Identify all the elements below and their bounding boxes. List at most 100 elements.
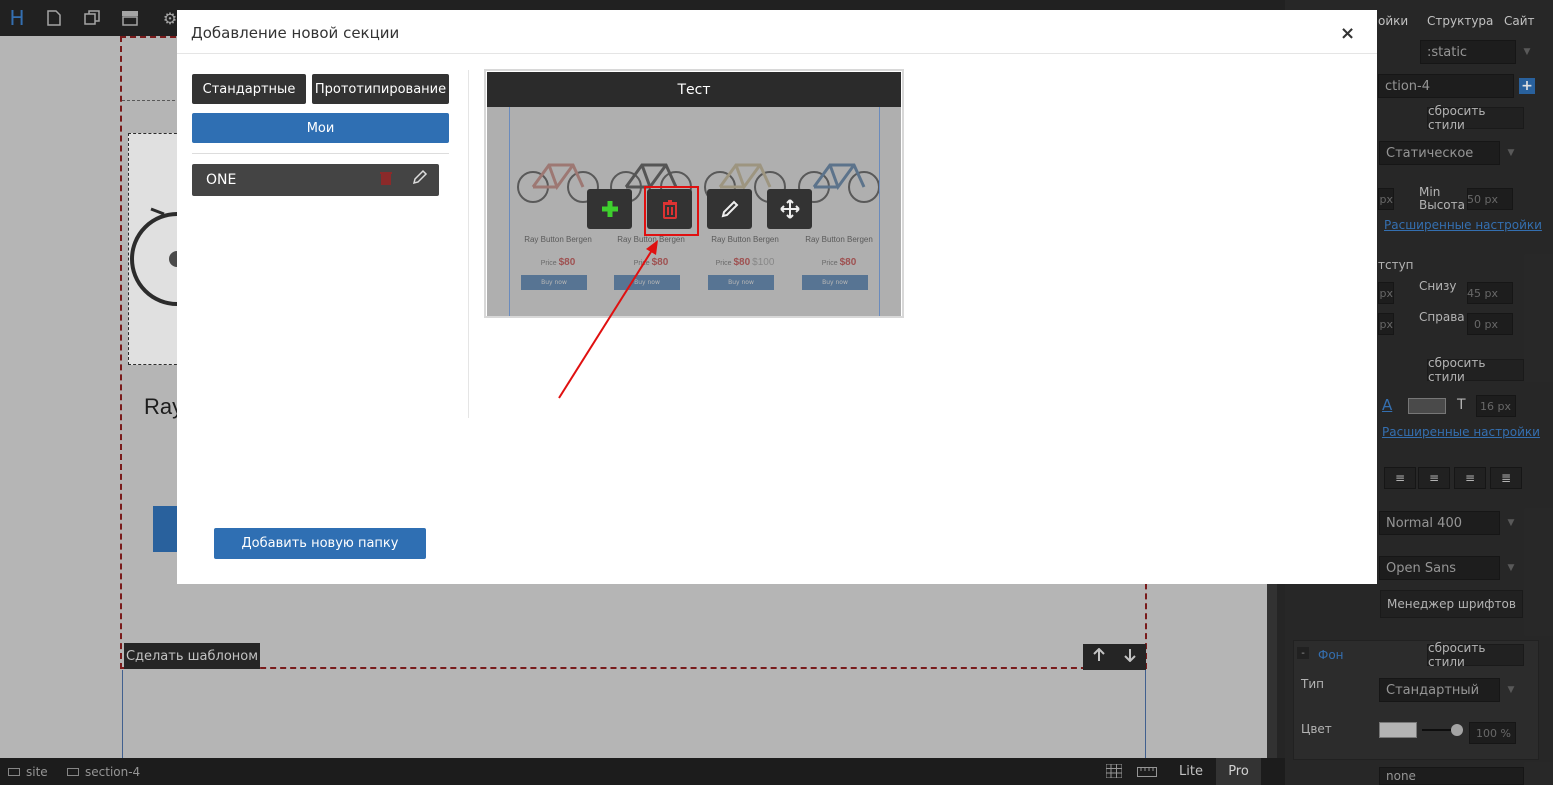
column-divider <box>468 70 469 418</box>
section-id-field[interactable]: ction-4 <box>1378 74 1514 98</box>
font-size-input[interactable]: 16 px <box>1476 395 1516 417</box>
logo-icon[interactable]: H <box>3 4 31 32</box>
trash-icon[interactable] <box>379 170 393 190</box>
breadcrumb-section-label: section-4 <box>85 765 141 779</box>
type-label: Тип <box>1301 677 1324 691</box>
section-id-value: ction-4 <box>1385 78 1431 94</box>
status-bar: site section-4 Lite Pro <box>0 758 1285 785</box>
chevron-down-icon: ▼ <box>1507 563 1515 573</box>
min-height-input[interactable]: 50 px <box>1467 188 1513 210</box>
buy-button-partial[interactable] <box>153 506 177 552</box>
unit-label: px <box>1497 399 1512 413</box>
align-center-button[interactable]: ≡ <box>1418 467 1450 489</box>
right-input[interactable]: 0 px <box>1467 313 1513 335</box>
advanced-settings-link[interactable]: Расширенные настройки <box>1382 425 1540 439</box>
element-icon <box>67 768 79 776</box>
right-label: Справа <box>1419 310 1465 324</box>
tab-settings[interactable]: ойки <box>1378 14 1408 28</box>
left-input-partial[interactable]: px <box>1378 188 1394 210</box>
align-left-button[interactable]: ≡ <box>1384 467 1416 489</box>
reset-styles-button[interactable]: сбросить стили <box>1427 104 1524 132</box>
tab-my[interactable]: Мои <box>192 113 449 143</box>
make-template-button[interactable]: Сделать шаблоном <box>124 643 260 669</box>
font-weight-select[interactable]: Normal 400 ▼ <box>1379 511 1514 535</box>
mode-pro[interactable]: Pro <box>1216 758 1261 785</box>
bicycle-image <box>130 207 224 306</box>
tab-prototyping[interactable]: Прототипирование <box>312 74 449 104</box>
ruler-icon[interactable] <box>1137 766 1157 780</box>
arrow-up-icon[interactable] <box>1092 647 1106 666</box>
unit-label: px <box>1484 192 1499 206</box>
mode-lite[interactable]: Lite <box>1168 758 1214 785</box>
divider <box>192 153 449 154</box>
color-swatch[interactable] <box>1408 398 1446 414</box>
font-family-value: Open Sans <box>1386 560 1457 576</box>
add-section-dialog: Добавление новой секции × Стандартные Пр… <box>177 10 1377 584</box>
store-icon[interactable] <box>116 4 144 32</box>
tab-site[interactable]: Сайт <box>1504 14 1535 28</box>
opacity-input[interactable]: 100 % <box>1469 722 1516 744</box>
add-icon[interactable] <box>587 189 632 229</box>
state-select[interactable]: :static ▼ <box>1420 40 1530 64</box>
left-margin-input-partial[interactable]: px <box>1378 313 1394 335</box>
chevron-down-icon: ▼ <box>1523 47 1531 57</box>
reset-styles-button[interactable]: сбросить стили <box>1427 641 1524 669</box>
opacity-slider-handle[interactable] <box>1451 724 1463 736</box>
font-manager-button[interactable]: Менеджер шрифтов <box>1380 590 1523 618</box>
new-page-icon[interactable] <box>40 4 68 32</box>
font-size-icon: T <box>1457 397 1466 413</box>
position-select-value: Статическое <box>1386 145 1474 161</box>
tab-structure[interactable]: Структура <box>1427 14 1493 28</box>
collapse-toggle[interactable]: - <box>1297 647 1309 659</box>
font-size-value: 16 <box>1480 399 1494 413</box>
min-height-value: 50 <box>1467 192 1481 206</box>
font-weight-value: Normal 400 <box>1386 515 1462 531</box>
chevron-down-icon: ▼ <box>1507 685 1515 695</box>
section-move-controls <box>1083 644 1146 670</box>
guide-line-left <box>122 670 123 760</box>
background-color-swatch[interactable] <box>1379 722 1417 738</box>
background-label[interactable]: Фон <box>1318 648 1344 662</box>
dialog-header: Добавление новой секции × <box>177 10 1377 54</box>
highlight-box <box>644 186 699 236</box>
breadcrumb-section[interactable]: section-4 <box>67 765 140 779</box>
background-type-select[interactable]: Стандартный ▼ <box>1379 678 1514 702</box>
tab-standard[interactable]: Стандартные <box>192 74 306 104</box>
font-family-select[interactable]: Open Sans ▼ <box>1379 556 1514 580</box>
background-image-select[interactable]: none <box>1379 767 1524 785</box>
unit-label: px <box>1379 286 1394 300</box>
position-select[interactable]: Статическое ▼ <box>1379 141 1514 165</box>
pencil-icon[interactable] <box>412 169 428 189</box>
breadcrumb-site[interactable]: site <box>8 765 48 779</box>
right-value: 0 <box>1474 317 1481 331</box>
product-image-block[interactable] <box>128 133 224 365</box>
template-title: Тест <box>487 72 901 107</box>
reset-styles-button[interactable]: сбросить стили <box>1427 356 1524 384</box>
folder-item[interactable]: ONE <box>192 164 439 196</box>
advanced-settings-link[interactable]: Расширенные настройки <box>1384 218 1542 232</box>
add-folder-button[interactable]: Добавить новую папку <box>214 528 426 559</box>
text-color-icon[interactable]: A <box>1382 396 1392 414</box>
top-input-partial[interactable]: px <box>1378 282 1394 304</box>
arrow-down-icon[interactable] <box>1123 648 1137 666</box>
pencil-icon[interactable] <box>707 189 752 229</box>
align-justify-button[interactable]: ≣ <box>1490 467 1522 489</box>
bottom-value: 45 <box>1467 286 1481 300</box>
color-label: Цвет <box>1301 722 1332 736</box>
unit-label: px <box>1379 317 1394 331</box>
grid-icon[interactable] <box>1105 763 1123 781</box>
indent-label: тступ <box>1378 258 1414 272</box>
annotation-arrow <box>558 240 658 399</box>
add-class-icon[interactable]: + <box>1519 78 1535 94</box>
height-label: Высота <box>1419 198 1465 212</box>
element-icon <box>8 768 20 776</box>
close-icon[interactable]: × <box>1340 23 1355 44</box>
bottom-input[interactable]: 45 px <box>1467 282 1513 304</box>
copy-icon[interactable] <box>78 4 106 32</box>
background-type-value: Стандартный <box>1386 682 1480 698</box>
preview-guide-left <box>509 107 510 316</box>
move-icon[interactable] <box>767 189 812 229</box>
align-right-button[interactable]: ≡ <box>1454 467 1486 489</box>
unit-label: px <box>1379 192 1394 206</box>
guide-line-right <box>1145 670 1146 760</box>
